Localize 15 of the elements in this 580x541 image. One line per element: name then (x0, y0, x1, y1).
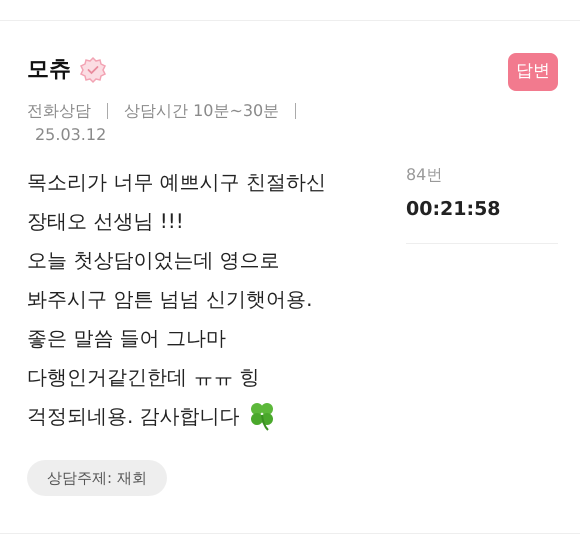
review-line: 오늘 첫상담이었는데 영으로 (27, 246, 280, 274)
review-date: 25.03.12 (35, 124, 108, 146)
review-line: 목소리가 너무 예쁘시구 친절하신 (27, 168, 326, 196)
count-text: 84번 (406, 164, 444, 186)
duration-text: 00:21:58 (406, 196, 502, 222)
review-line: 걱정되네용. 감사합니다 (27, 402, 240, 430)
review-line: 봐주시구 암튼 넘넘 신기햇어용. (27, 286, 312, 312)
review-line: 좋은 말씀 들어 그나마 (27, 324, 226, 352)
meta-text: 전화상담 (27, 100, 91, 122)
reply-button[interactable]: 답변 (508, 53, 558, 90)
topic-tag: 상담주제: 재회 (27, 460, 167, 496)
author-name: 모츄 (27, 56, 71, 84)
review-line: 장태오 선생님 !!! (27, 208, 184, 234)
meta-text: 상담시간 10분~30분 (124, 100, 280, 122)
review-line: 다행인거같긴한데 ㅠㅠ 힝 (27, 364, 260, 390)
